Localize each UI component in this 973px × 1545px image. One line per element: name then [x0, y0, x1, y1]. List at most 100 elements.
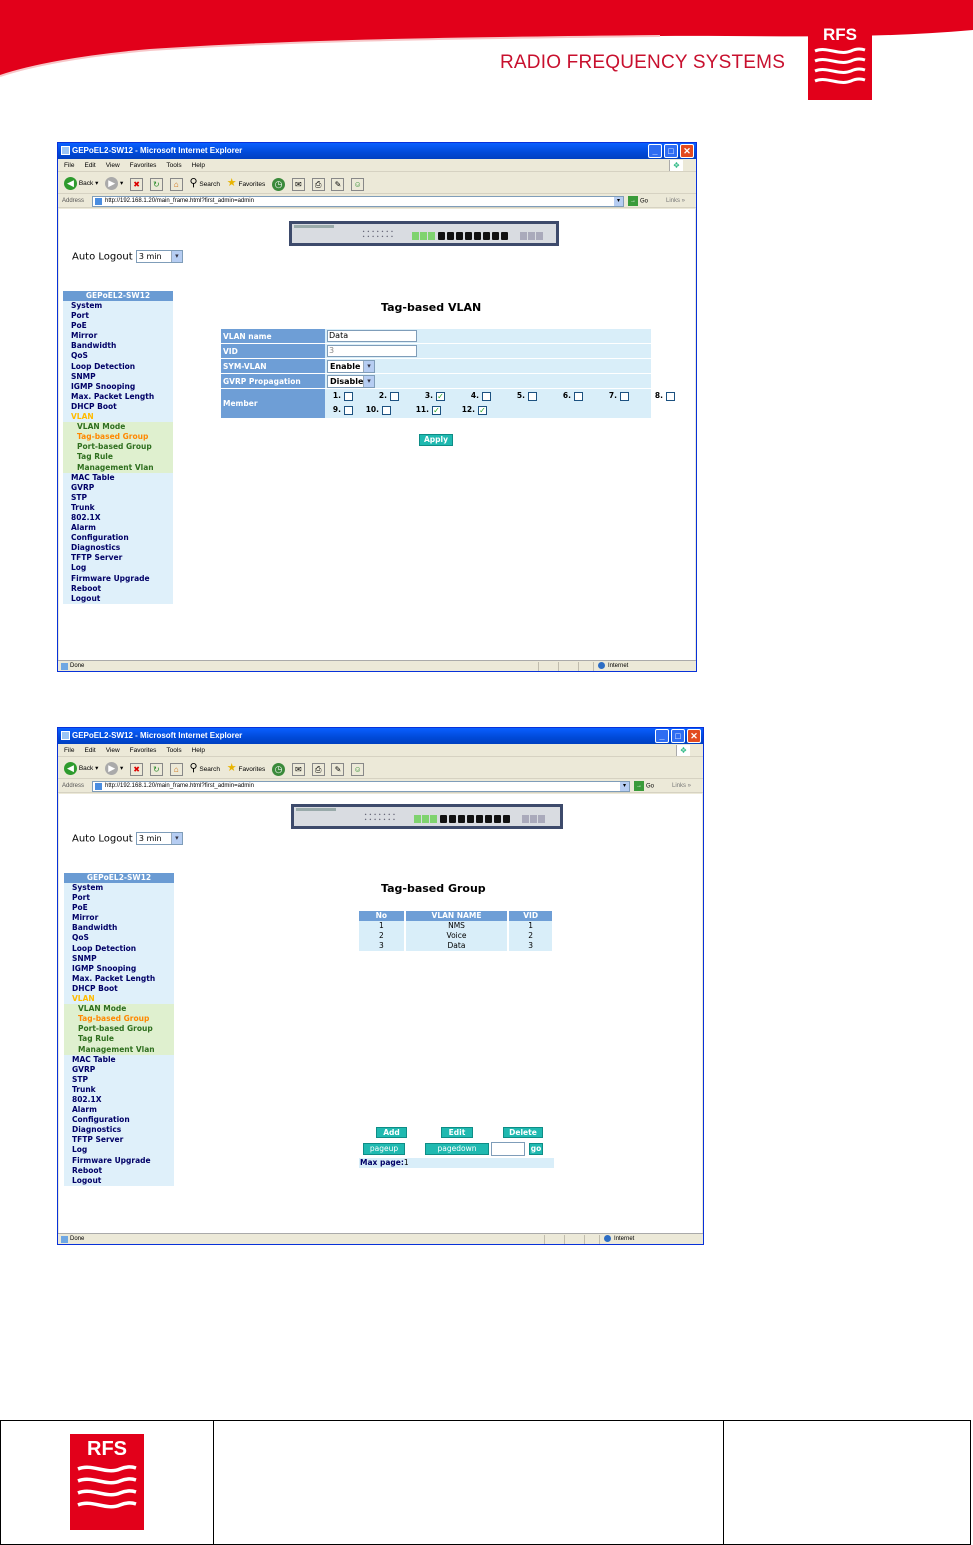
address-input[interactable]: http://192.168.1.20/main_frame.html?firs… [92, 196, 624, 207]
edit-icon[interactable]: ✎ [331, 762, 345, 776]
member-port-checkbox[interactable] [574, 391, 583, 401]
member-port-checkbox[interactable] [528, 391, 537, 401]
sidebar-item-stp[interactable]: STP [63, 492, 173, 503]
menu-tools[interactable]: Tools [166, 747, 181, 754]
messenger-icon[interactable]: ☺ [351, 762, 365, 776]
sidebar-item-trunk[interactable]: Trunk [64, 1084, 174, 1095]
menu-tools[interactable]: Tools [166, 162, 181, 169]
stop-icon[interactable]: ✖ [130, 762, 144, 776]
close-button[interactable]: ✕ [687, 729, 701, 743]
member-port-checkbox[interactable] [344, 391, 353, 401]
sidebar-item-loop-detection[interactable]: Loop Detection [64, 943, 174, 954]
home-icon[interactable]: ⌂ [169, 177, 183, 191]
minimize-button[interactable]: _ [648, 144, 662, 158]
menu-view[interactable]: View [106, 747, 120, 754]
sidebar-item-qos[interactable]: QoS [64, 933, 174, 944]
sidebar-item-poe[interactable]: PoE [64, 903, 174, 914]
pagedown-button[interactable]: pagedown [425, 1143, 489, 1155]
member-port-checkbox[interactable] [382, 405, 391, 415]
back-button[interactable]: ◀ Back ▾ [64, 758, 98, 780]
sidebar-item-dhcp-boot[interactable]: DHCP Boot [64, 983, 174, 995]
gvrp-select[interactable]: Disable ▾ [327, 375, 375, 388]
maximize-button[interactable]: □ [671, 729, 685, 743]
sidebar-item-igmp-snooping[interactable]: IGMP Snooping [64, 963, 174, 974]
minimize-button[interactable]: _ [655, 729, 669, 743]
sidebar-item-log[interactable]: Log [63, 563, 173, 574]
sidebar-item-management-vlan[interactable]: Management Vlan [63, 462, 173, 473]
sym-vlan-select[interactable]: Enable ▾ [327, 360, 375, 373]
forward-button[interactable]: ▶ ▾ [105, 758, 123, 780]
sidebar-item-firmware-upgrade[interactable]: Firmware Upgrade [64, 1155, 174, 1166]
sidebar-item-tag-based-group[interactable]: Tag-based Group [63, 432, 173, 443]
member-port-checkbox[interactable]: ✓ [432, 405, 441, 415]
menu-help[interactable]: Help [192, 162, 205, 169]
sidebar-item-diagnostics[interactable]: Diagnostics [64, 1125, 174, 1136]
address-dropdown-icon[interactable]: ▾ [614, 197, 623, 206]
sidebar-item-diagnostics[interactable]: Diagnostics [63, 543, 173, 554]
sidebar-item-802-1x[interactable]: 802.1X [63, 512, 173, 524]
mail-icon[interactable]: ✉ [291, 177, 305, 191]
stop-icon[interactable]: ✖ [130, 177, 144, 191]
sidebar-item-logout[interactable]: Logout [63, 593, 173, 604]
sidebar-item-vlan-mode[interactable]: VLAN Mode [63, 422, 173, 433]
sidebar-item-vlan[interactable]: VLAN [63, 412, 173, 423]
sidebar-item-trunk[interactable]: Trunk [63, 502, 173, 513]
sidebar-item-mirror[interactable]: Mirror [63, 331, 173, 342]
maximize-button[interactable]: □ [664, 144, 678, 158]
refresh-icon[interactable]: ↻ [149, 177, 163, 191]
sidebar-item-poe[interactable]: PoE [63, 321, 173, 332]
sidebar-item-port[interactable]: Port [63, 311, 173, 322]
member-port-checkbox[interactable]: ✓ [478, 405, 487, 415]
sidebar-item-tftp-server[interactable]: TFTP Server [63, 553, 173, 564]
delete-button[interactable]: Delete [503, 1127, 543, 1138]
sidebar-item-port[interactable]: Port [64, 893, 174, 904]
menu-file[interactable]: File [64, 747, 74, 754]
sidebar-item-log[interactable]: Log [64, 1145, 174, 1156]
sidebar-item-management-vlan[interactable]: Management Vlan [64, 1044, 174, 1055]
sidebar-item-port-based-group[interactable]: Port-based Group [63, 442, 173, 453]
menu-favorites[interactable]: Favorites [130, 162, 157, 169]
sidebar-item-configuration[interactable]: Configuration [63, 533, 173, 544]
auto-logout-select[interactable]: 3 min ▾ [135, 832, 183, 845]
sidebar-item-stp[interactable]: STP [64, 1074, 174, 1085]
go-button[interactable]: → Go [634, 781, 654, 793]
sidebar-item-snmp[interactable]: SNMP [64, 953, 174, 964]
search-button[interactable]: ⚲ Search [189, 172, 219, 196]
sidebar-item-gvrp[interactable]: GVRP [64, 1064, 174, 1075]
sidebar-item-tag-based-group[interactable]: Tag-based Group [64, 1014, 174, 1025]
menu-file[interactable]: File [64, 162, 74, 169]
sidebar-item-configuration[interactable]: Configuration [64, 1115, 174, 1126]
edit-icon[interactable]: ✎ [331, 177, 345, 191]
sidebar-item-802-1x[interactable]: 802.1X [64, 1094, 174, 1106]
page-number-input[interactable] [491, 1142, 525, 1156]
table-row[interactable]: 1 NMS 1 [359, 921, 554, 931]
member-port-checkbox[interactable]: ✓ [436, 391, 445, 401]
mail-icon[interactable]: ✉ [291, 762, 305, 776]
menu-favorites[interactable]: Favorites [130, 747, 157, 754]
vid-input[interactable]: 3 [327, 345, 417, 357]
sidebar-item-bandwidth[interactable]: Bandwidth [64, 923, 174, 934]
member-port-checkbox[interactable] [620, 391, 629, 401]
edit-button[interactable]: Edit [441, 1127, 473, 1138]
close-button[interactable]: ✕ [680, 144, 694, 158]
sidebar-item-tftp-server[interactable]: TFTP Server [64, 1135, 174, 1146]
home-icon[interactable]: ⌂ [169, 762, 183, 776]
print-icon[interactable]: ⎙ [311, 762, 325, 776]
pageup-button[interactable]: pageup [363, 1143, 405, 1155]
sidebar-item-mac-table[interactable]: MAC Table [63, 472, 173, 483]
search-button[interactable]: ⚲ Search [189, 757, 219, 781]
messenger-icon[interactable]: ☺ [351, 177, 365, 191]
go-page-button[interactable]: go [529, 1143, 543, 1155]
menu-help[interactable]: Help [192, 747, 205, 754]
sidebar-item-snmp[interactable]: SNMP [63, 371, 173, 382]
favorites-button[interactable]: ★ Favorites [227, 172, 265, 196]
sidebar-item-alarm[interactable]: Alarm [64, 1105, 174, 1116]
sidebar-item-vlan[interactable]: VLAN [64, 994, 174, 1005]
sidebar-item-dhcp-boot[interactable]: DHCP Boot [63, 401, 173, 413]
sidebar-item-system[interactable]: System [64, 883, 174, 894]
sidebar-item-max-packet-length[interactable]: Max. Packet Length [64, 973, 174, 984]
print-icon[interactable]: ⎙ [311, 177, 325, 191]
favorites-button[interactable]: ★ Favorites [227, 757, 265, 781]
menu-view[interactable]: View [106, 162, 120, 169]
member-port-checkbox[interactable] [482, 391, 491, 401]
